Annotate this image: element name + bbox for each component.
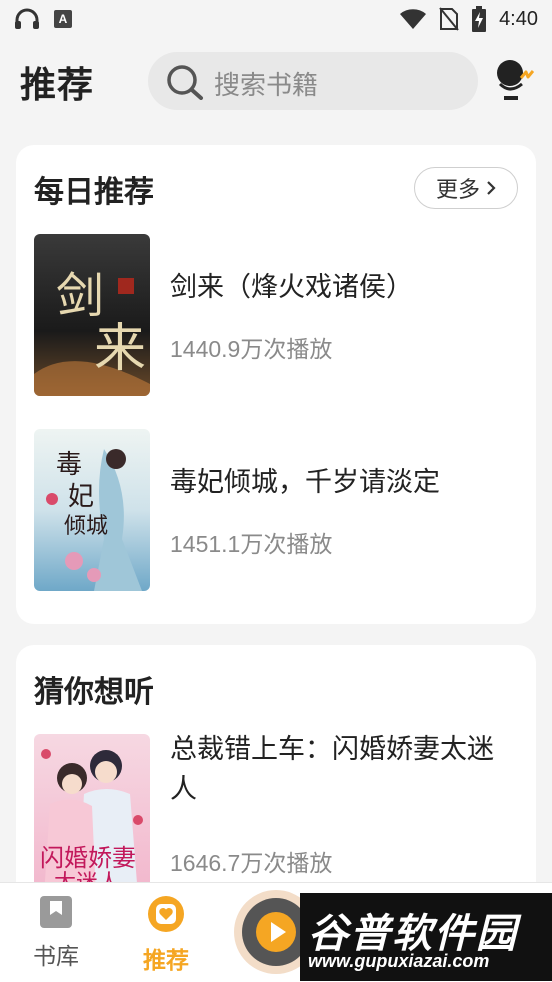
guess-you-like-title: 猜你想听 <box>34 675 154 710</box>
daily-recommend-title: 每日推荐 <box>34 175 154 210</box>
book-item[interactable]: 闪婚娇妻 太迷人 总裁错上车：闪婚娇妻太迷人 1646.7万次播放 <box>34 734 518 898</box>
book-title: 总裁错上车：闪婚娇妻太迷人 <box>170 734 494 805</box>
book-title: 剑来（烽火戏诸侯） <box>170 272 413 303</box>
battery-charging-icon <box>472 6 487 32</box>
header: 推荐 搜索书籍 <box>0 46 552 118</box>
book-cover: 剑 来 <box>34 234 150 396</box>
voice-assistant-icon[interactable] <box>494 58 534 102</box>
play-count: 1440.9万次播放 <box>170 336 333 362</box>
status-bar: A 4:40 <box>0 0 552 38</box>
play-count: 1646.7万次播放 <box>170 850 333 876</box>
book-cover: 闪婚娇妻 太迷人 <box>34 734 150 896</box>
watermark-url: www.gupuxiazai.com <box>308 951 490 971</box>
daily-recommend-card: 每日推荐 更多 剑 来 剑来（烽火戏诸侯） 1440.9万次播放 毒 妃 倾城 … <box>16 145 536 624</box>
svg-text:毒: 毒 <box>56 450 82 480</box>
book-item[interactable]: 剑 来 剑来（烽火戏诸侯） 1440.9万次播放 <box>34 234 518 398</box>
nav-item-recommend[interactable]: 推荐 <box>126 895 206 975</box>
page-title: 推荐 <box>20 65 95 106</box>
app-notification-icon: A <box>54 10 72 28</box>
search-placeholder: 搜索书籍 <box>214 71 319 101</box>
no-sim-icon <box>439 7 459 31</box>
search-input[interactable]: 搜索书籍 <box>148 52 478 110</box>
heart-icon <box>148 896 184 932</box>
svg-text:妃: 妃 <box>68 482 94 512</box>
svg-text:剑: 剑 <box>56 268 104 324</box>
chevron-right-icon <box>487 181 496 195</box>
status-time: 4:40 <box>499 7 538 30</box>
svg-text:来: 来 <box>94 319 146 379</box>
book-item[interactable]: 毒 妃 倾城 毒妃倾城，千岁请淡定 1451.1万次播放 <box>34 429 518 593</box>
nav-label-recommend: 推荐 <box>143 948 189 974</box>
book-title: 毒妃倾城，千岁请淡定 <box>170 467 440 498</box>
nav-item-library[interactable]: 书库 <box>16 895 96 971</box>
headphones-icon <box>15 8 39 29</box>
more-label: 更多 <box>435 178 480 203</box>
play-count: 1451.1万次播放 <box>170 531 333 557</box>
nav-label-library: 书库 <box>33 944 79 970</box>
more-button[interactable]: 更多 <box>414 167 518 209</box>
bookmark-icon <box>40 896 72 928</box>
watermark: 谷普软件园 www.gupuxiazai.com <box>300 893 552 981</box>
svg-text:闪婚娇妻: 闪婚娇妻 <box>40 844 136 872</box>
wifi-icon <box>400 9 427 29</box>
svg-text:倾城: 倾城 <box>64 514 108 539</box>
search-icon <box>167 65 203 100</box>
book-cover: 毒 妃 倾城 <box>34 429 150 591</box>
